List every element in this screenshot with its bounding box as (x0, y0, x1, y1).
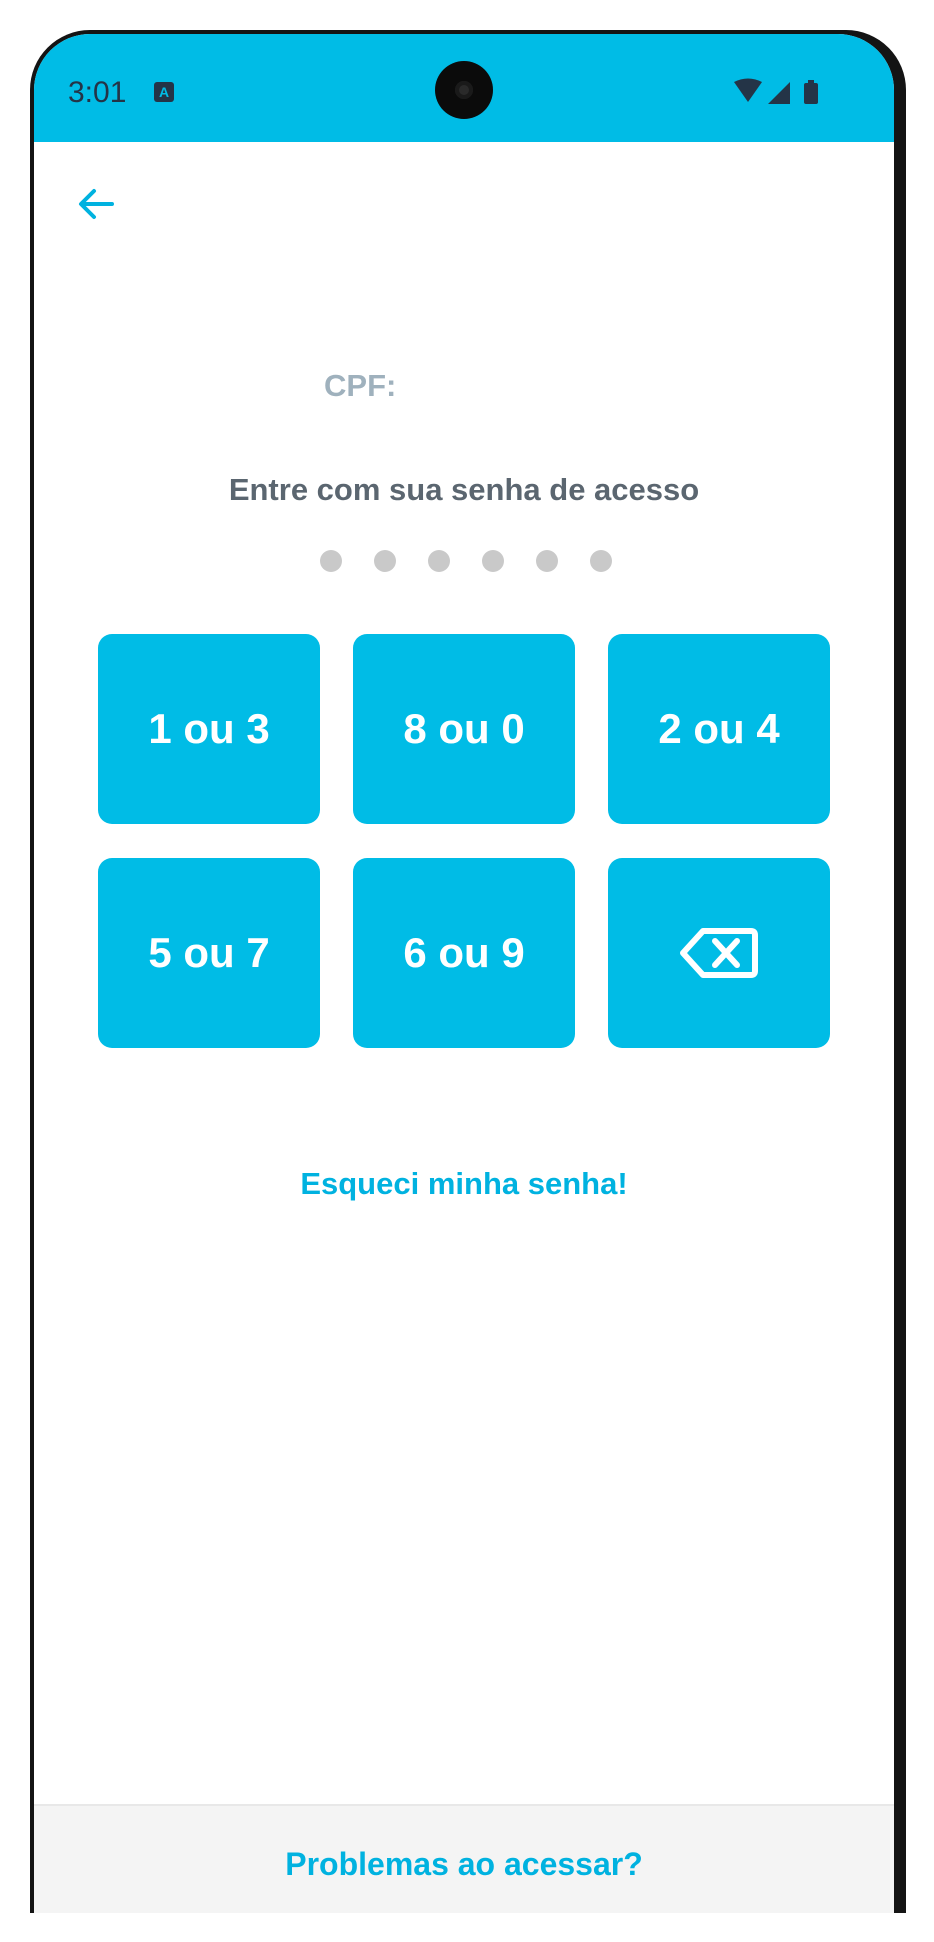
key-5-or-7[interactable]: 5 ou 7 (98, 858, 320, 1048)
pin-dot (320, 550, 342, 572)
front-camera (435, 61, 493, 119)
status-icons (734, 78, 818, 104)
key-label: 1 ou 3 (148, 705, 270, 752)
pin-dot (482, 550, 504, 572)
key-6-or-9[interactable]: 6 ou 9 (353, 858, 575, 1048)
pin-dot (428, 550, 450, 572)
app-screen: 3:01 A CPF: Entre com sua senha de acess… (34, 34, 894, 1913)
password-prompt: Entre com sua senha de acesso (228, 472, 700, 507)
a-letter-icon: A (154, 82, 174, 102)
delete-key[interactable] (608, 858, 830, 1048)
key-8-or-0[interactable]: 8 ou 0 (353, 634, 575, 824)
key-label: 8 ou 0 (403, 705, 525, 752)
signal-icon (768, 82, 790, 104)
forgot-password-link[interactable]: Esqueci minha senha! (34, 1166, 894, 1202)
key-label: 2 ou 4 (658, 705, 780, 752)
status-time: 3:01 (68, 76, 127, 109)
pin-dot (374, 550, 396, 572)
battery-icon (804, 80, 818, 104)
phone-frame: 3:01 A CPF: Entre com sua senha de acess… (30, 30, 906, 1913)
cpf-label: CPF: (324, 368, 397, 403)
key-2-or-4[interactable]: 2 ou 4 (608, 634, 830, 824)
arrow-left-icon[interactable] (72, 180, 120, 228)
pin-dot (590, 550, 612, 572)
backspace-icon (680, 928, 758, 978)
access-problems-link[interactable]: Problemas ao acessar? (34, 1846, 894, 1883)
status-bar: 3:01 A (34, 34, 894, 142)
key-1-or-3[interactable]: 1 ou 3 (98, 634, 320, 824)
key-label: 5 ou 7 (148, 929, 270, 976)
wifi-icon (734, 78, 762, 102)
footer-bar: Problemas ao acessar? (34, 1804, 894, 1913)
pin-dot (536, 550, 558, 572)
key-label: 6 ou 9 (403, 929, 525, 976)
